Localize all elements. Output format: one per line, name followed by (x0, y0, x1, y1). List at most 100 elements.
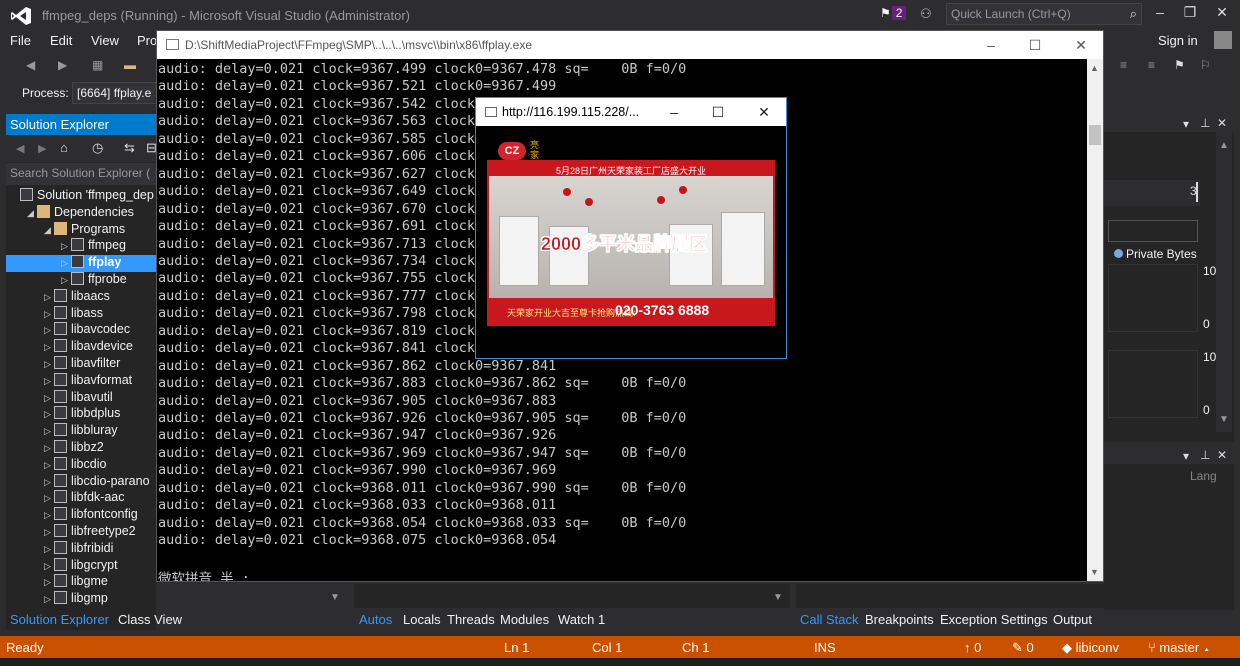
video-close-button[interactable]: ✕ (754, 104, 774, 121)
status-push[interactable]: ↑ 0 (964, 640, 981, 655)
new-project-icon[interactable]: ▦ (92, 58, 106, 72)
bookmark-icon[interactable]: ⚑ (1174, 58, 1188, 72)
tab-output[interactable]: Output (1053, 612, 1092, 627)
tab-exception-settings[interactable]: Exception Settings (940, 612, 1048, 627)
console-minimize-button[interactable]: – (981, 37, 1001, 53)
tree-item[interactable]: ◢ Dependencies (6, 204, 156, 222)
console-scrollbar[interactable]: ▲ ▼ (1087, 59, 1103, 581)
feedback-icon[interactable]: ⚇ (920, 6, 932, 22)
expanded-arrow-icon[interactable]: ◢ (27, 208, 37, 219)
pin-icon[interactable]: ⊥ (1200, 116, 1210, 130)
video-minimize-button[interactable]: – (664, 104, 684, 120)
tab-modules[interactable]: Modules (500, 612, 549, 627)
collapsed-arrow-icon[interactable]: ▷ (44, 409, 54, 420)
tab-class-view[interactable]: Class View (118, 612, 182, 627)
back-icon[interactable]: ◀ (16, 142, 24, 155)
tab-autos[interactable]: Autos (359, 612, 392, 627)
solution-explorer-title[interactable]: Solution Explorer (6, 114, 156, 135)
forward-icon[interactable]: ▶ (38, 142, 46, 155)
avatar[interactable] (1214, 31, 1232, 49)
sign-in-link[interactable]: Sign in (1158, 33, 1198, 48)
tree-item[interactable]: ▷ libavcodec (6, 322, 156, 339)
collapsed-arrow-icon[interactable]: ▷ (61, 275, 71, 286)
tab-solution-explorer[interactable]: Solution Explorer (10, 612, 109, 627)
collapsed-arrow-icon[interactable]: ▷ (44, 544, 54, 555)
tab-watch-1[interactable]: Watch 1 (558, 612, 605, 627)
home-icon[interactable]: ⌂ (60, 140, 68, 155)
tree-item[interactable]: ▷ libavformat (6, 372, 156, 390)
collapsed-arrow-icon[interactable]: ▷ (44, 292, 54, 303)
collapsed-arrow-icon[interactable]: ▷ (44, 342, 54, 353)
history-icon[interactable]: ◷ (92, 140, 103, 156)
tree-item[interactable]: ▷ libfreetype2 (6, 524, 156, 541)
status-repo[interactable]: ◆ libiconv (1062, 640, 1119, 656)
menu-project[interactable]: Pro (137, 33, 157, 48)
outdent-icon[interactable]: ≡ (1148, 58, 1162, 72)
collapsed-arrow-icon[interactable]: ▷ (44, 393, 54, 404)
open-folder-icon[interactable]: ▬ (124, 58, 138, 72)
process-select[interactable]: [6664] ffplay.e (72, 82, 160, 104)
tab-locals[interactable]: Locals (403, 612, 441, 627)
collapsed-arrow-icon[interactable]: ▷ (61, 241, 71, 252)
tree-item[interactable]: ▷ ffplay (6, 255, 156, 273)
tree-item[interactable]: ▷ libgcrypt (6, 557, 156, 575)
tree-item[interactable]: ▷ libass (6, 305, 156, 323)
tree-item[interactable]: ▷ libcdio (6, 456, 156, 474)
tree-item[interactable]: ▷ libbluray (6, 423, 156, 440)
expanded-arrow-icon[interactable]: ◢ (44, 225, 54, 236)
collapsed-arrow-icon[interactable]: ▷ (44, 325, 54, 336)
status-edits[interactable]: ✎ 0 (1012, 640, 1034, 656)
collapsed-arrow-icon[interactable]: ▷ (44, 493, 54, 504)
tree-item[interactable]: ▷ libfdk-aac (6, 490, 156, 507)
notifications-button[interactable]: ⚑ 2 (880, 6, 907, 20)
tree-item[interactable]: ▷ libavdevice (6, 339, 156, 356)
scrollbar-thumb[interactable] (1089, 125, 1101, 145)
quick-launch-input[interactable]: Quick Launch (Ctrl+Q) ⌕ (946, 3, 1142, 25)
collapsed-arrow-icon[interactable]: ▷ (44, 577, 54, 588)
tree-item[interactable]: Solution 'ffmpeg_dep (6, 188, 156, 205)
collapsed-arrow-icon[interactable]: ▷ (44, 460, 54, 471)
pin-icon[interactable]: ⊥ (1200, 448, 1210, 462)
close-button[interactable]: ✕ (1212, 4, 1232, 21)
tab-threads[interactable]: Threads (447, 612, 495, 627)
tree-item[interactable]: ▷ libbz2 (6, 440, 156, 457)
collapsed-arrow-icon[interactable]: ▷ (44, 443, 54, 454)
tree-item[interactable]: ▷ libfribidi (6, 540, 156, 558)
tree-item[interactable]: ▷ libbdplus (6, 406, 156, 423)
restore-button[interactable]: ❐ (1180, 4, 1200, 21)
status-branch[interactable]: ⑂ master ▴ (1148, 640, 1211, 655)
solution-explorer-search[interactable]: Search Solution Explorer ( (6, 163, 156, 185)
tree-item[interactable]: ▷ libcdio-parano (6, 473, 156, 491)
scroll-up-icon[interactable]: ▲ (1219, 140, 1229, 151)
close-panel-icon[interactable]: ✕ (1217, 448, 1227, 462)
collapsed-arrow-icon[interactable]: ▷ (44, 561, 54, 572)
dropdown-arrow-icon[interactable]: ▼ (773, 592, 783, 603)
tree-item[interactable]: ▷ libaacs (6, 288, 156, 306)
tab-breakpoints[interactable]: Breakpoints (865, 612, 934, 627)
console-close-button[interactable]: ✕ (1071, 37, 1091, 54)
console-maximize-button[interactable]: ☐ (1025, 37, 1045, 54)
video-title-bar[interactable]: http://116.199.115.228/... – ☐ ✕ (476, 98, 786, 126)
tree-item[interactable]: ▷ libfontconfig (6, 507, 156, 524)
scroll-down-icon[interactable]: ▼ (1090, 567, 1099, 577)
tree-item[interactable]: ▷ libavfilter (6, 356, 156, 373)
sync-icon[interactable]: ⇆ (124, 140, 135, 156)
forward-icon[interactable]: ▶ (58, 58, 72, 72)
collapsed-arrow-icon[interactable]: ▷ (44, 594, 54, 605)
indent-icon[interactable]: ≡ (1120, 58, 1134, 72)
tree-item[interactable]: ▷ libgme (6, 574, 156, 591)
tree-item[interactable]: ▷ ffmpeg (6, 238, 156, 255)
diagnostic-scrollbar[interactable]: ▲ ▼ (1216, 132, 1232, 432)
tree-item[interactable]: ▷ ffprobe (6, 272, 156, 289)
back-icon[interactable]: ◀ (26, 58, 40, 72)
collapsed-arrow-icon[interactable]: ▷ (61, 258, 71, 269)
collapsed-arrow-icon[interactable]: ▷ (44, 309, 54, 320)
video-maximize-button[interactable]: ☐ (708, 104, 728, 121)
tab-call-stack[interactable]: Call Stack (800, 612, 859, 627)
menu-edit[interactable]: Edit (50, 33, 72, 48)
collapsed-arrow-icon[interactable]: ▷ (44, 510, 54, 521)
tree-item[interactable]: ▷ libavutil (6, 389, 156, 407)
panel-menu-icon[interactable]: ▾ (1183, 449, 1189, 463)
collapsed-arrow-icon[interactable]: ▷ (44, 426, 54, 437)
collapsed-arrow-icon[interactable]: ▷ (44, 527, 54, 538)
